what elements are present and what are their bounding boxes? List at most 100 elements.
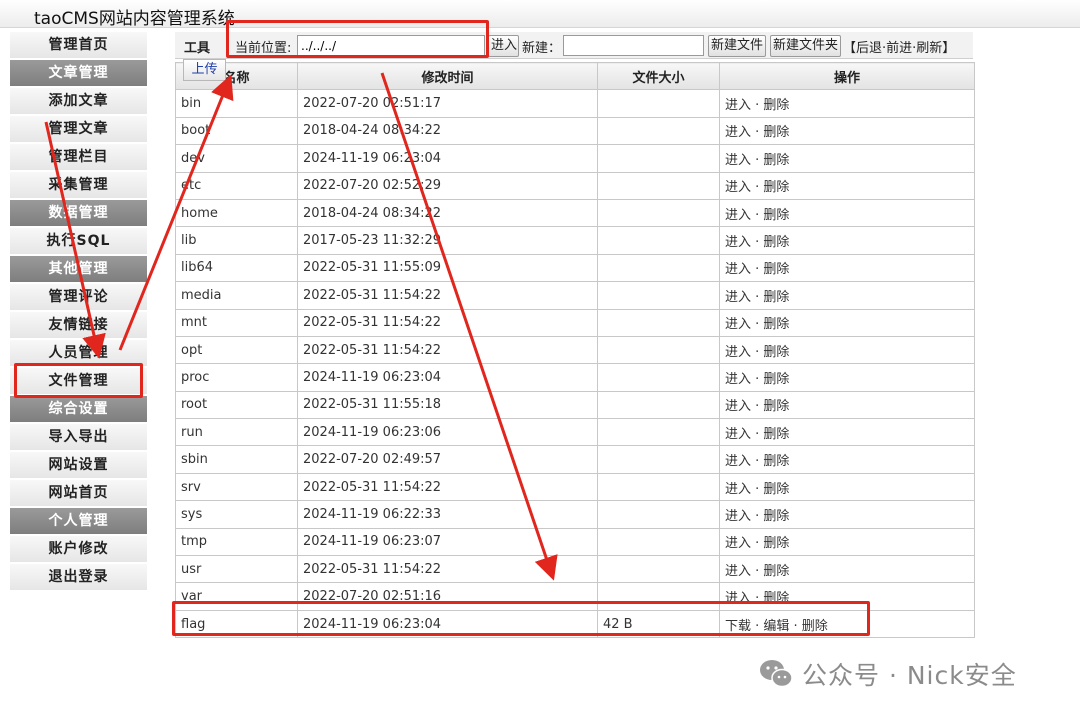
file-size [597,144,720,173]
file-name-link[interactable]: lib [175,226,298,255]
file-size [597,445,720,474]
file-size [597,198,720,228]
new-file-button[interactable]: 新建文件 [708,35,766,57]
row-actions[interactable]: 进入 · 删除 [719,418,975,447]
sidebar-item-add-article[interactable]: 添加文章 [10,88,147,114]
sidebar-item-import-export[interactable]: 导入导出 [10,424,147,450]
row-actions[interactable]: 进入 · 删除 [719,582,975,611]
file-name-link[interactable]: var [175,582,298,611]
sidebar-group-settings: 综合设置 [10,396,147,422]
row-actions[interactable]: 进入 · 删除 [719,500,975,529]
file-name-link[interactable]: media [175,281,298,310]
row-actions[interactable]: 进入 · 删除 [719,308,975,337]
table-row: boot 2018-04-24 08:34:22 进入 · 删除 [175,116,975,146]
sidebar-item-comments[interactable]: 管理评论 [10,284,147,310]
sidebar-item-logout[interactable]: 退出登录 [10,564,147,590]
sidebar-item-execute-sql[interactable]: 执行SQL [10,228,147,254]
row-actions[interactable]: 下载 · 编辑 · 删除 [719,609,975,639]
sidebar-item-file-manager[interactable]: 文件管理 [10,368,147,394]
row-actions[interactable]: 进入 · 删除 [719,363,975,392]
column-header-actions: 操作 [719,61,975,91]
modified-time: 2022-05-31 11:55:09 [297,253,598,283]
file-name-link[interactable]: etc [175,171,298,200]
modified-time: 2022-05-31 11:54:22 [297,472,598,502]
file-name-link[interactable]: usr [175,555,298,584]
row-actions[interactable]: 进入 · 删除 [719,253,975,283]
file-size [597,555,720,584]
modified-time: 2024-11-19 06:23:06 [297,418,598,447]
sidebar-item-account[interactable]: 账户修改 [10,536,147,562]
row-actions[interactable]: 进入 · 删除 [719,89,975,118]
modified-time: 2022-07-20 02:51:17 [297,89,598,118]
file-name-link[interactable]: lib64 [175,253,298,283]
file-name-link[interactable]: sbin [175,445,298,474]
row-actions[interactable]: 进入 · 删除 [719,226,975,255]
sidebar-item-manage-articles[interactable]: 管理文章 [10,116,147,142]
file-name-link[interactable]: dev [175,144,298,173]
sidebar-item-site-home[interactable]: 网站首页 [10,480,147,506]
sidebar-group-other: 其他管理 [10,256,147,282]
table-row: bin 2022-07-20 02:51:17 进入 · 删除 [175,89,975,118]
table-row: lib64 2022-05-31 11:55:09 进入 · 删除 [175,253,975,283]
file-size [597,335,720,365]
file-name-link[interactable]: proc [175,363,298,392]
app-title: taoCMS网站内容管理系统 [34,9,235,29]
sidebar-item-friend-links[interactable]: 友情链接 [10,312,147,338]
row-actions[interactable]: 进入 · 删除 [719,445,975,474]
file-name-link[interactable]: bin [175,89,298,118]
table-row: proc 2024-11-19 06:23:04 进入 · 删除 [175,363,975,392]
file-size [597,253,720,283]
file-name-link[interactable]: opt [175,335,298,365]
file-size [597,308,720,337]
table-row: usr 2022-05-31 11:54:22 进入 · 删除 [175,555,975,584]
row-actions[interactable]: 进入 · 删除 [719,144,975,173]
modified-time: 2024-11-19 06:23:07 [297,527,598,557]
sidebar-item-collect[interactable]: 采集管理 [10,172,147,198]
new-name-input[interactable] [563,35,704,56]
file-name-link[interactable]: srv [175,472,298,502]
new-folder-button[interactable]: 新建文件夹 [770,35,841,57]
row-actions[interactable]: 进入 · 删除 [719,198,975,228]
file-size [597,226,720,255]
column-header-size[interactable]: 文件大小 [597,61,720,91]
sidebar-item-users[interactable]: 人员管理 [10,340,147,366]
file-name-link[interactable]: home [175,198,298,228]
row-actions[interactable]: 进入 · 删除 [719,171,975,200]
enter-button[interactable]: 进入 [488,35,519,57]
sidebar-group-data: 数据管理 [10,200,147,226]
table-header-row: 名称 修改时间 文件大小 操作 [175,61,975,91]
row-actions[interactable]: 进入 · 删除 [719,527,975,557]
row-actions[interactable]: 进入 · 删除 [719,555,975,584]
location-input[interactable] [297,35,485,56]
column-header-mtime[interactable]: 修改时间 [297,61,598,91]
sidebar-item-home[interactable]: 管理首页 [10,32,147,58]
modified-time: 2024-11-19 06:23:04 [297,363,598,392]
table-row: mnt 2022-05-31 11:54:22 进入 · 删除 [175,308,975,337]
file-name-link[interactable]: boot [175,116,298,146]
file-size [597,527,720,557]
sidebar-item-manage-columns[interactable]: 管理栏目 [10,144,147,170]
modified-time: 2024-11-19 06:23:04 [297,144,598,173]
file-name-link[interactable]: tmp [175,527,298,557]
upload-tab[interactable]: 上传 [183,59,226,81]
row-actions[interactable]: 进入 · 删除 [719,116,975,146]
file-name-link[interactable]: sys [175,500,298,529]
file-name-link[interactable]: run [175,418,298,447]
sidebar-group-personal: 个人管理 [10,508,147,534]
file-size [597,171,720,200]
modified-time: 2022-05-31 11:54:22 [297,335,598,365]
file-name-link[interactable]: flag [175,609,298,639]
sidebar-item-site-settings[interactable]: 网站设置 [10,452,147,478]
table-row: sys 2024-11-19 06:22:33 进入 · 删除 [175,500,975,529]
row-actions[interactable]: 进入 · 删除 [719,335,975,365]
table-row: media 2022-05-31 11:54:22 进入 · 删除 [175,281,975,310]
file-size: 42 B [597,609,720,639]
row-actions[interactable]: 进入 · 删除 [719,281,975,310]
row-actions[interactable]: 进入 · 删除 [719,390,975,420]
row-actions[interactable]: 进入 · 删除 [719,472,975,502]
file-name-link[interactable]: root [175,390,298,420]
file-name-link[interactable]: mnt [175,308,298,337]
file-size [597,472,720,502]
nav-links[interactable]: 【后退·前进·刷新】 [843,37,955,56]
wechat-icon [760,660,793,688]
